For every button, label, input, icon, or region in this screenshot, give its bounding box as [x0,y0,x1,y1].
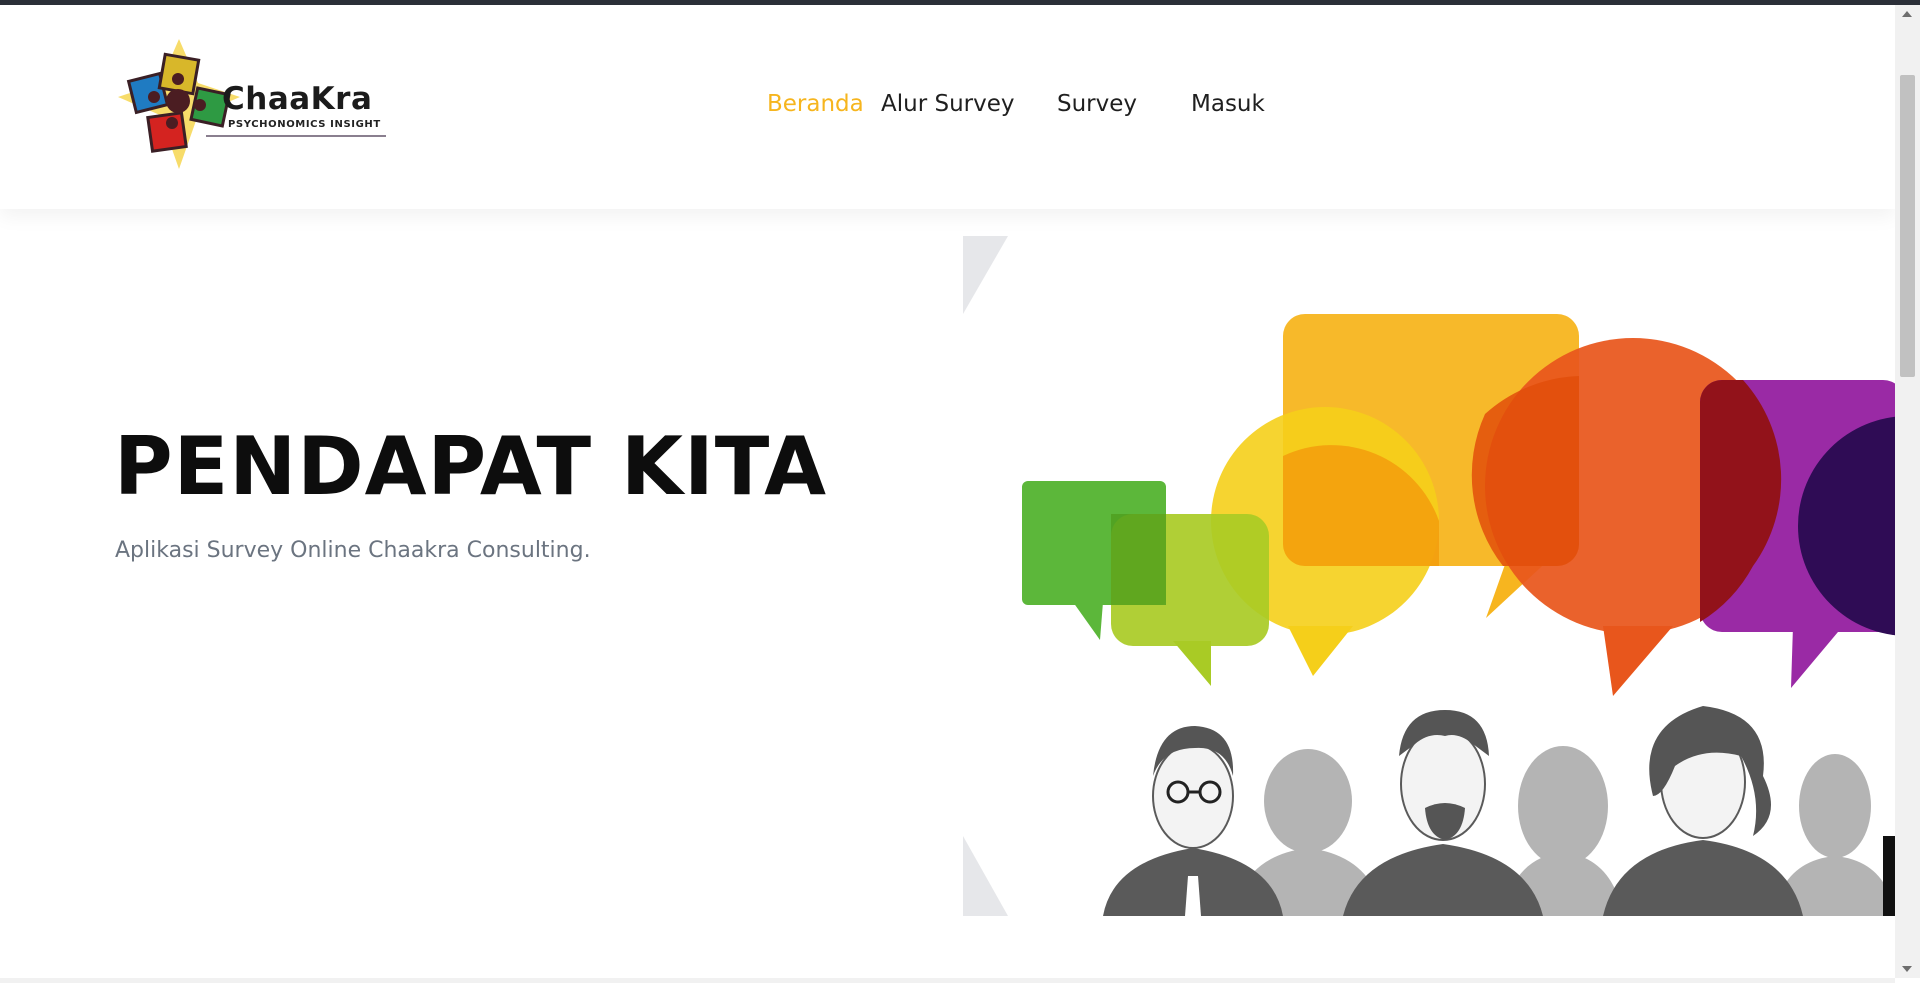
hero-subtitle: Aplikasi Survey Online Chaakra Consultin… [115,538,591,563]
hero-title: PENDAPAT KITA [114,420,827,513]
nav-survey[interactable]: Survey [1057,91,1137,117]
scroll-up-arrow-icon[interactable] [1902,11,1912,17]
scroll-thumb[interactable] [1900,75,1915,377]
speech-bubbles-crowd-illustration [963,236,1895,916]
horizontal-scrollbar-track [0,978,1895,983]
brand-tagline: PSYCHONOMICS INSIGHT [228,119,381,130]
page: ChaaKra PSYCHONOMICS INSIGHT Beranda Alu… [0,5,1895,978]
hero-illustration [963,236,1895,916]
scroll-down-arrow-icon[interactable] [1902,966,1912,972]
vertical-scrollbar[interactable] [1895,5,1920,978]
nav-alur-survey[interactable]: Alur Survey [881,91,1014,117]
site-header: ChaaKra PSYCHONOMICS INSIGHT Beranda Alu… [0,5,1895,209]
brand-name: ChaaKra [222,81,373,117]
brand-logo[interactable]: ChaaKra PSYCHONOMICS INSIGHT [114,35,394,173]
nav-beranda[interactable]: Beranda [767,91,864,117]
nav-masuk[interactable]: Masuk [1191,91,1265,117]
brand-underline [206,135,386,137]
